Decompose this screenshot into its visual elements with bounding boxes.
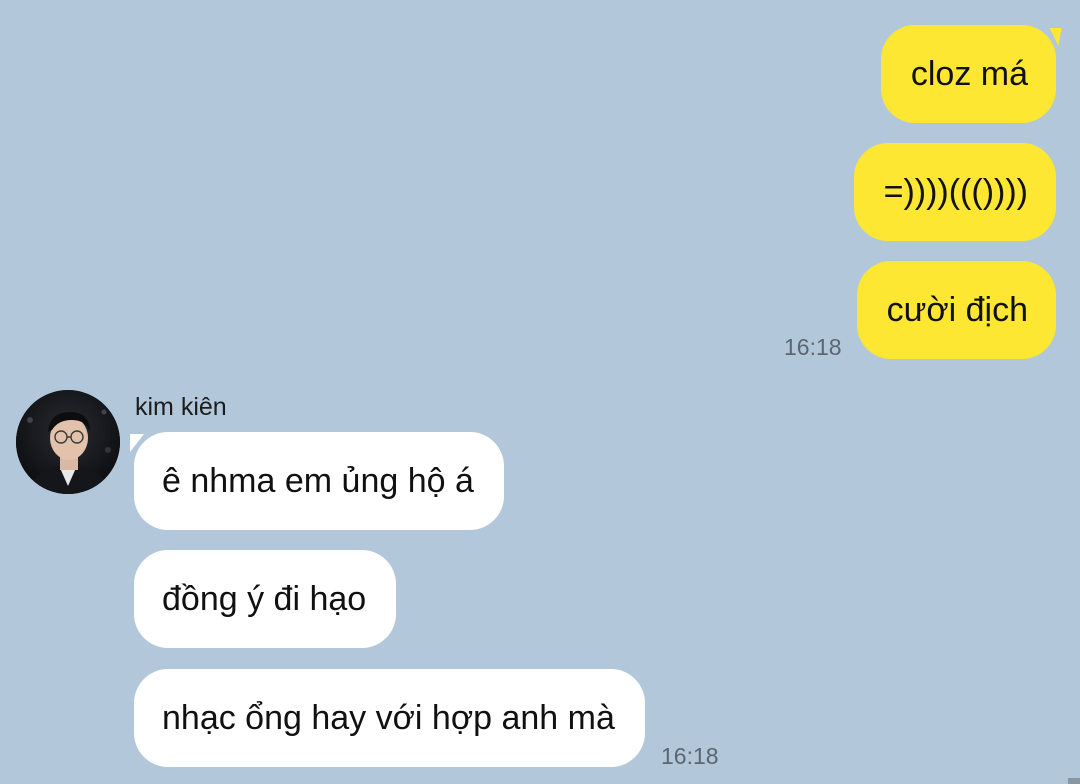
- message-text: ê nhma em ủng hộ á: [162, 462, 474, 500]
- message-text: đồng ý đi hạo: [162, 580, 367, 618]
- scrollbar-thumb[interactable]: [1068, 778, 1080, 784]
- message-text: nhạc ổng hay với hợp anh mà: [162, 699, 615, 737]
- message-text: cloz má: [910, 55, 1028, 93]
- outgoing-message[interactable]: =))))((()))): [853, 143, 1056, 241]
- outgoing-timestamp: 16:18: [784, 334, 842, 360]
- incoming-message[interactable]: nhạc ổng hay với hợp anh mà: [134, 669, 645, 767]
- incoming-message[interactable]: ê nhma em ủng hộ á: [134, 432, 504, 530]
- incoming-message[interactable]: đồng ý đi hạo: [134, 550, 397, 648]
- outgoing-message[interactable]: cười địch: [856, 261, 1056, 359]
- sender-avatar[interactable]: [16, 390, 120, 494]
- message-text: cười địch: [886, 291, 1028, 329]
- incoming-timestamp: 16:18: [661, 743, 719, 769]
- sender-name: kim kiên: [135, 393, 227, 421]
- chat-conversation[interactable]: cloz má =))))((()))) cười địch 16:18 kim…: [0, 0, 1080, 784]
- profile-photo-avatar-icon: [16, 390, 120, 494]
- outgoing-message[interactable]: cloz má: [880, 25, 1056, 123]
- message-text: =))))((()))): [883, 173, 1028, 211]
